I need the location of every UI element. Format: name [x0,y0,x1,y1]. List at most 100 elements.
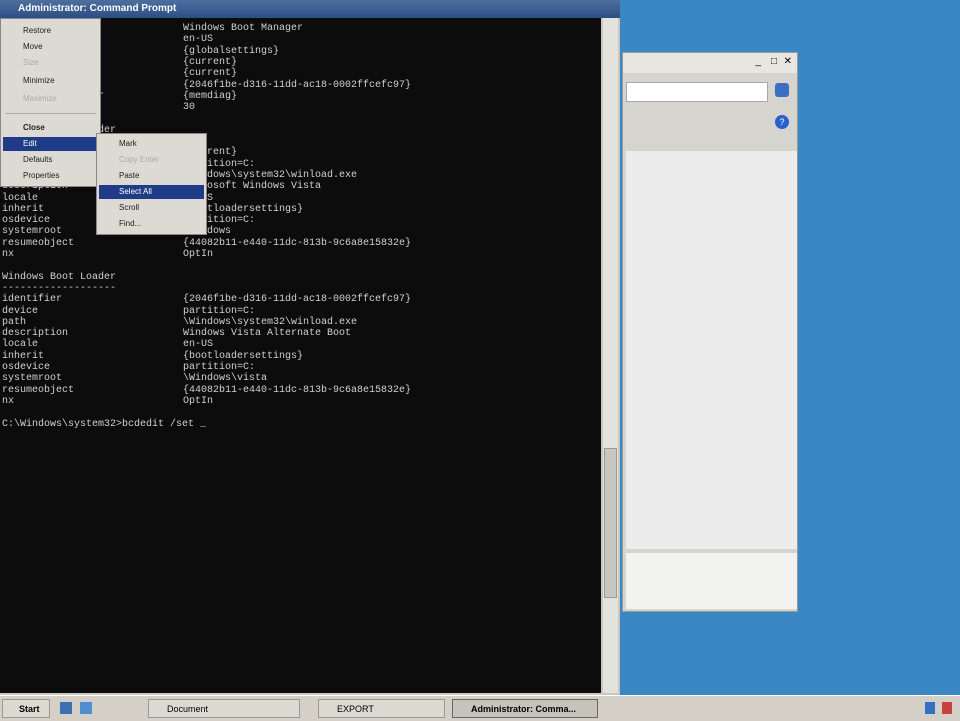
menu-item-paste[interactable]: Paste [99,169,204,183]
console-key: ------------------- [2,282,117,294]
menu-item-close[interactable]: Close [3,121,98,135]
console-key: identifier [2,294,63,306]
content-pane [626,151,797,549]
menu-item-edit[interactable]: Edit [3,137,98,151]
console-value: {globalsettings} [183,45,280,57]
close-icon[interactable]: ✕ [784,56,792,67]
console-key: resumeobject [2,237,75,249]
console-value: {current} [183,68,238,80]
console-line: device partition=C: [2,305,255,317]
console-line: Windows Boot Loader [2,272,116,283]
vertical-scrollbar[interactable] [603,18,618,693]
help-icon[interactable]: ? [775,115,789,129]
menu-item-defaults[interactable]: Defaults [3,153,98,167]
maximize-icon[interactable]: □ [771,56,777,67]
console-key: resumeobject [2,384,75,396]
console-value: {current} [183,56,238,68]
console-value: \Windows\vista [183,373,268,385]
console-line: localeen-US [2,192,213,204]
console-value: partition=C: [183,362,256,373]
console-line: systemroot \Windows [2,226,231,238]
console-value: partition=C: [183,305,256,317]
title-bar[interactable]: Administrator: Command Prompt [0,0,620,18]
menu-item-properties[interactable]: Properties [3,169,98,183]
console-line: path \Windows\system32\winload.exe [2,316,357,328]
menu-item-copy[interactable]: Copy Enter [99,153,204,167]
console-line: C:\Windows\system32>bcdedit /set _ [2,419,206,430]
console-value: 30 [183,102,196,114]
console-line: resumeobject {44082b11-e440-11dc-813b-9c6… [2,384,411,396]
console-key: osdevice [2,215,51,227]
taskbar-item-command-prompt[interactable]: Administrator: Comma... [452,699,598,718]
background-window-titlebar[interactable]: _ □ ✕ [623,53,797,73]
console-key: device [2,305,39,317]
console-line: locale en-US [2,339,213,351]
console-key: description [2,328,69,340]
console-key: osdevice [2,362,51,373]
console-value: OptIn [183,395,214,407]
menu-item-maximize[interactable]: Maximize [3,92,98,106]
console-line: nx OptIn [2,395,213,407]
console-key: nx [2,249,15,260]
menu-item-size[interactable]: Size [3,56,98,70]
console-value: Windows Vista Alternate Boot [183,328,352,340]
console-line: description Windows Vista Alternate Boot [2,328,351,340]
console-key: nx [2,395,15,407]
menu-item-mark[interactable]: Mark [99,137,204,151]
security-icon[interactable] [942,702,952,714]
menu-item-find[interactable]: Find... [99,217,204,231]
folder-icon[interactable] [775,83,789,97]
console-line: osdevice partition=C: [2,362,255,373]
taskbar: Start Document EXPORT Administrator: Com… [0,695,960,721]
console-key: locale [2,339,39,351]
console-key: systemroot [2,226,63,238]
start-button[interactable]: Start [2,699,50,718]
console-line: inherit {bootloadersettings} [2,203,303,215]
menu-item-restore[interactable]: Restore [3,24,98,38]
console-value: OptIn [183,249,214,260]
show-desktop-icon[interactable] [60,702,72,714]
console-key: systemroot [2,373,63,385]
console-line: resumeobject {44082b11-e440-11dc-813b-9c6… [2,237,411,249]
console-key: locale [2,192,39,204]
console-value: Windows Boot Manager [183,23,304,34]
window-title: Administrator: Command Prompt [18,3,177,14]
console-line: nx OptIn [2,249,213,260]
minimize-icon[interactable]: _ [755,56,761,67]
console-value: en-US [183,339,214,351]
system-menu: Restore Move Size Minimize Maximize Clos… [0,18,101,187]
menu-item-move[interactable]: Move [3,40,98,54]
background-window[interactable]: _ □ ✕ ? [622,52,798,612]
console-line: systemroot \Windows\vista [2,373,267,385]
taskbar-item-export[interactable]: EXPORT [318,699,445,718]
console-key: Windows Boot Loader [2,271,117,283]
console-key: inherit [2,203,45,215]
console-key: inherit [2,350,45,362]
console-value: {2046f1be-d316-11dd-ac18-0002ffcefc97} [183,79,412,91]
menu-item-scroll[interactable]: Scroll [99,201,204,215]
console-value: \Windows\system32\winload.exe [183,169,358,181]
console-value: {44082b11-e440-11dc-813b-9c6a8e15832e} [183,237,412,249]
console-line: inherit {bootloadersettings} [2,350,303,362]
console-value: {44082b11-e440-11dc-813b-9c6a8e15832e} [183,384,412,396]
console-key: path [2,316,27,328]
console-line: osdevice partition=C: [2,215,255,227]
edit-submenu: Mark Copy Enter Paste Select All Scroll … [96,133,207,235]
menu-item-minimize[interactable]: Minimize [3,74,98,88]
ie-icon[interactable] [80,702,92,714]
scrollbar-thumb[interactable] [604,448,617,598]
console-line: ------------------- [2,283,116,294]
menu-separator [5,113,96,114]
address-input[interactable] [626,82,768,102]
console-value: {memdiag} [183,90,238,102]
network-icon[interactable] [925,702,935,714]
console-key: C:\Windows\system32>bcdedit /set _ [2,418,207,430]
console-value: {bootloadersettings} [183,350,304,362]
details-pane [626,553,797,609]
menu-item-select-all[interactable]: Select All [99,185,204,199]
console-value: {2046f1be-d316-11dd-ac18-0002ffcefc97} [183,294,412,306]
console-line: identifier {2046f1be-d316-11dd-ac18-0002f… [2,294,411,306]
taskbar-item-document[interactable]: Document [148,699,300,718]
console-value: \Windows\system32\winload.exe [183,316,358,328]
console-value: en-US [183,34,214,46]
